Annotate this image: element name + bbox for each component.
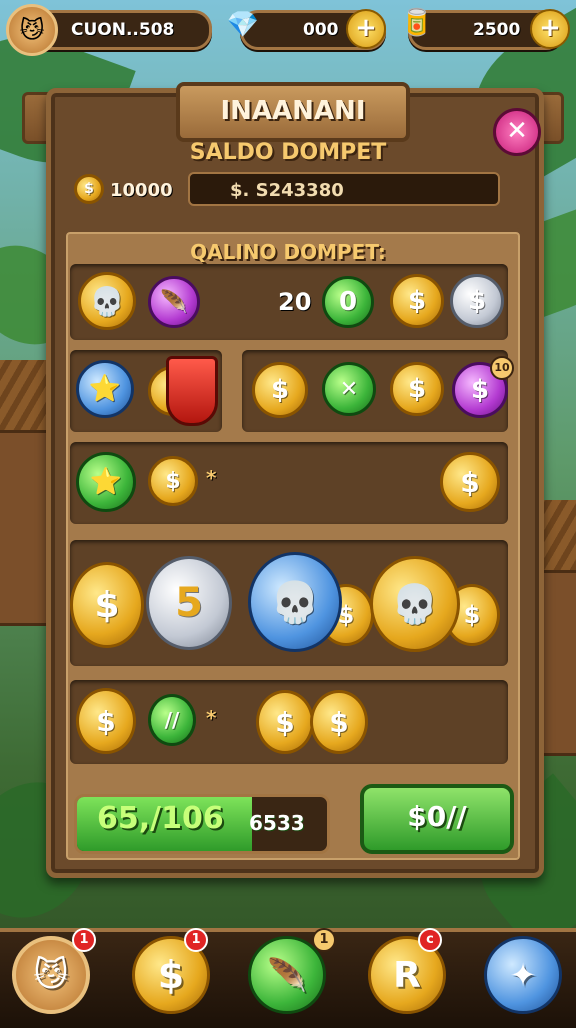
gem-icon: 💎	[226, 10, 260, 40]
dollar-coin-icon[interactable]: $	[440, 452, 500, 512]
total-amount-value: 65,/106	[97, 801, 224, 836]
energy-can-icon: 🥫	[400, 8, 434, 38]
nav-character-badge: 1	[72, 928, 96, 952]
zero-token-icon[interactable]: 0	[322, 276, 374, 328]
row1-count: 20	[278, 288, 312, 316]
player-name: CUON..508	[71, 20, 175, 40]
dollar-coin-icon[interactable]: $	[76, 688, 136, 754]
green-star-token-icon[interactable]: ⭐	[76, 452, 136, 512]
top-bar: CUON..508 😼 000 💎 + 2500 🥫 +	[0, 0, 576, 60]
balance-row: $ 10000 $. S243380	[70, 172, 510, 210]
nav-r-badge: c	[418, 928, 442, 952]
panel-title: INAANANI	[176, 82, 410, 142]
large-dollar-coin-icon[interactable]: $	[70, 562, 144, 648]
add-energy-button[interactable]: +	[530, 9, 570, 49]
feather-token-icon[interactable]: 🪶	[148, 276, 200, 328]
add-gems-button[interactable]: +	[346, 9, 386, 49]
dollar-coin-icon[interactable]: $	[256, 690, 314, 754]
balance-value: 10000	[110, 180, 173, 201]
skull-gold-medallion-icon[interactable]: 💀	[370, 556, 460, 652]
section-title: QALINO DOMPET:	[190, 240, 386, 264]
dollar-coin-icon[interactable]: $	[390, 274, 444, 328]
green-stripe-token-icon[interactable]: //	[148, 694, 196, 746]
red-shield-icon[interactable]	[166, 356, 218, 426]
silver-five-coin-icon[interactable]: 5	[146, 556, 232, 650]
confirm-button[interactable]: $0//	[360, 784, 514, 854]
dollar-coin-icon[interactable]: $	[310, 690, 368, 754]
energy-value: 2500	[473, 20, 521, 40]
nav-crystal-button[interactable]: ✦	[484, 936, 562, 1014]
nav-feather-badge: 1	[312, 928, 336, 952]
total-amount-secondary: 6533	[249, 811, 305, 835]
balance-coin-icon: $	[74, 174, 104, 204]
player-avatar[interactable]: 😼	[6, 4, 58, 56]
total-amount-field: 65,/106 6533	[74, 794, 330, 854]
balance-field[interactable]: $. S243380	[188, 172, 500, 206]
dollar-coin-icon[interactable]: $	[390, 362, 444, 416]
skull-medallion-icon[interactable]: 💀	[248, 552, 342, 652]
asterisk-mark: *	[206, 706, 217, 730]
dollar-coin-icon[interactable]: $	[148, 456, 198, 506]
gem-value: 000	[303, 20, 339, 40]
silver-dollar-coin-icon[interactable]: $	[450, 274, 504, 328]
purple-coin-badge: 10	[490, 356, 514, 380]
panel-subtitle: SALDO DOMPET	[189, 140, 387, 165]
x-token-icon[interactable]: ✕	[322, 362, 376, 416]
dollar-coin-icon[interactable]: $	[252, 362, 308, 418]
skull-token-icon[interactable]: 💀	[78, 272, 136, 330]
nav-coins-badge: 1	[184, 928, 208, 952]
star-token-icon[interactable]: ⭐	[76, 360, 134, 418]
asterisk-mark: *	[206, 466, 217, 490]
